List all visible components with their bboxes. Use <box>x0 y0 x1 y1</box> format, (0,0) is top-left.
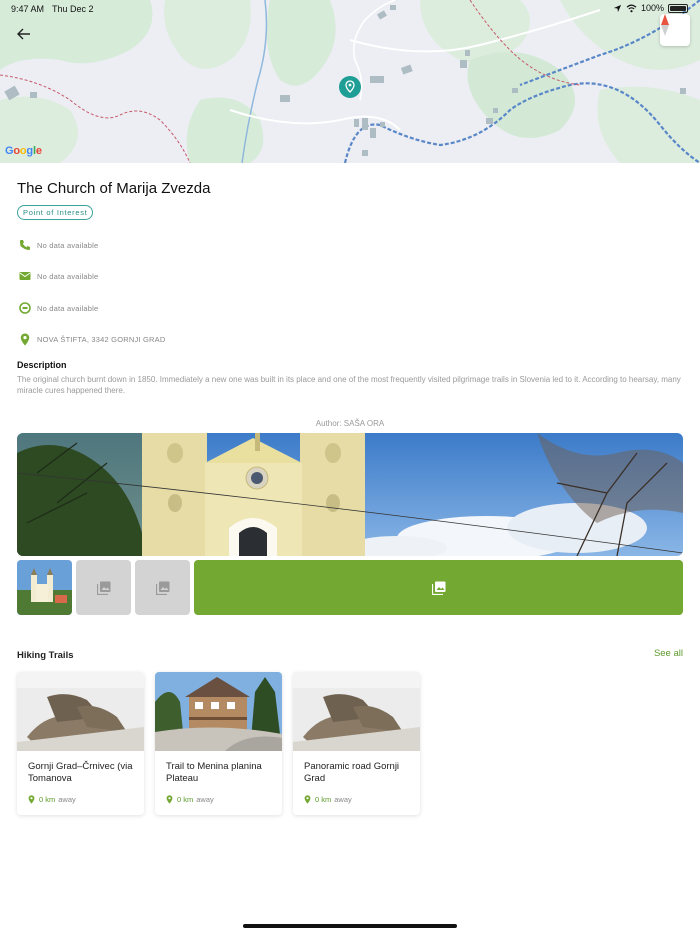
photo-placeholder[interactable] <box>76 560 131 615</box>
trail-distance: 0 km away <box>166 795 214 804</box>
distance-unit: away <box>196 795 214 804</box>
church-thumbnail-image <box>17 560 72 615</box>
distance-unit: away <box>58 795 76 804</box>
trail-card[interactable]: Trail to Menina planina Plateau 0 km awa… <box>155 672 282 815</box>
battery-percent: 100% <box>640 3 664 13</box>
hero-photo[interactable] <box>17 433 683 556</box>
phone-value: No data available <box>37 240 99 250</box>
google-logo: Google <box>5 145 42 157</box>
globe-icon <box>17 300 33 316</box>
map-view[interactable]: Google <box>0 0 700 163</box>
trail-image <box>155 672 282 751</box>
home-indicator[interactable] <box>243 924 457 928</box>
trail-cards: Gornji Grad–Črnivec (via Tomanova 0 km a… <box>17 672 420 815</box>
phone-icon <box>17 237 33 253</box>
trail-image <box>17 672 144 751</box>
church-photo <box>17 433 683 556</box>
see-all-link[interactable]: See all <box>654 648 683 659</box>
status-right: 100% <box>613 3 688 13</box>
image-gallery-icon <box>96 581 110 595</box>
email-row[interactable]: No data available <box>17 268 98 284</box>
status-bar: 9:47 AM Thu Dec 2 100% <box>0 0 700 18</box>
trail-distance: 0 km away <box>28 795 76 804</box>
distance-value: 0 km <box>315 795 332 804</box>
trail-image <box>293 672 420 751</box>
wifi-icon <box>626 4 637 12</box>
image-gallery-icon <box>155 581 169 595</box>
back-button[interactable] <box>17 28 41 52</box>
phone-row[interactable]: No data available <box>17 237 98 253</box>
open-gallery-button[interactable] <box>194 560 683 615</box>
distance-value: 0 km <box>177 795 194 804</box>
description-text: The original church burnt down in 1850. … <box>17 375 681 395</box>
status-time: 9:47 AM <box>11 4 45 14</box>
location-pin-icon <box>166 795 173 804</box>
mail-icon <box>17 268 33 284</box>
page-title: The Church of Marija Zvezda <box>17 180 211 197</box>
arrow-left-icon <box>17 28 30 40</box>
location-arrow-icon <box>613 4 622 12</box>
distance-unit: away <box>334 795 352 804</box>
address-row[interactable]: NOVA ŠTIFTA, 3342 GORNJI GRAD <box>17 331 165 347</box>
trail-card[interactable]: Gornji Grad–Črnivec (via Tomanova 0 km a… <box>17 672 144 815</box>
photo-thumbnail[interactable] <box>17 560 72 615</box>
location-pin-icon <box>304 795 311 804</box>
photo-author: Author: SAŠA ORA <box>315 419 385 428</box>
hiking-trails-heading: Hiking Trails <box>17 650 74 661</box>
trail-name: Trail to Menina planina Plateau <box>166 761 262 784</box>
battery-icon <box>668 3 688 13</box>
trail-card[interactable]: Panoramic road Gornji Grad 0 km away <box>293 672 420 815</box>
address-value: NOVA ŠTIFTA, 3342 GORNJI GRAD <box>37 334 166 344</box>
description-heading: Description <box>17 360 67 370</box>
photo-thumbnails <box>17 560 683 615</box>
website-row[interactable]: No data available <box>17 300 98 316</box>
status-date: Thu Dec 2 <box>52 4 94 14</box>
website-value: No data available <box>37 303 99 313</box>
photo-placeholder[interactable] <box>135 560 190 615</box>
compass-button[interactable] <box>660 14 690 46</box>
location-pin-icon <box>17 331 33 347</box>
email-value: No data available <box>37 271 99 281</box>
location-pin-icon <box>339 76 361 98</box>
category-badge: Point of Interest <box>17 205 94 220</box>
location-pin-icon <box>28 795 35 804</box>
image-gallery-icon <box>431 581 445 595</box>
trail-name: Gornji Grad–Črnivec (via Tomanova <box>28 761 133 784</box>
distance-value: 0 km <box>39 795 56 804</box>
trail-distance: 0 km away <box>304 795 352 804</box>
trail-name: Panoramic road Gornji Grad <box>304 761 400 784</box>
